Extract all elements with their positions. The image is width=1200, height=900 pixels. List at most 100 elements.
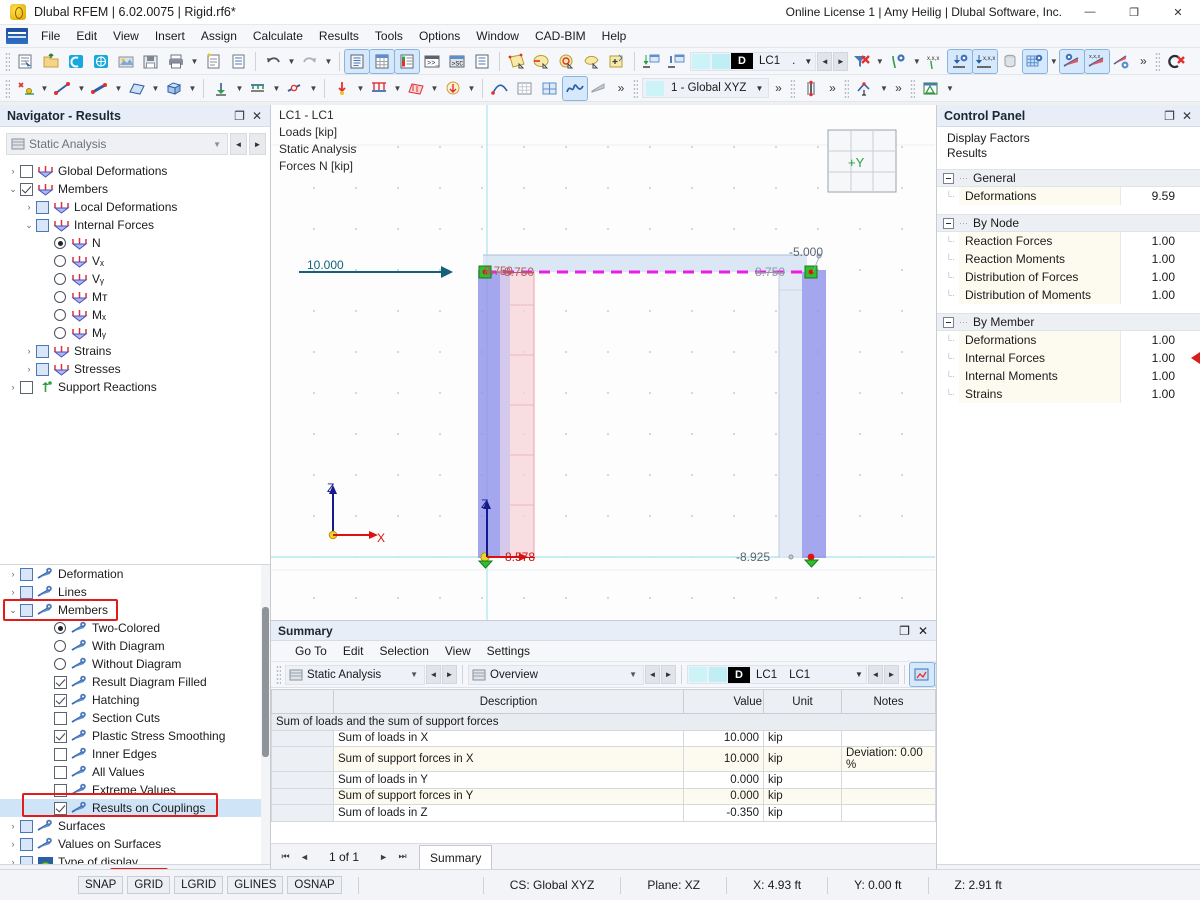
checkbox[interactable] <box>20 568 33 581</box>
tree-item-values-on-surfaces[interactable]: ›Values on Surfaces <box>0 835 270 853</box>
summary-menu-settings[interactable]: Settings <box>479 642 538 660</box>
close-button[interactable]: ✕ <box>1156 0 1200 25</box>
workplane-icon[interactable] <box>538 77 562 100</box>
surface-results-icon[interactable] <box>1023 50 1047 73</box>
delete-results-icon[interactable] <box>1164 50 1188 73</box>
toolbar-overflow-button[interactable]: » <box>1135 54 1151 68</box>
summary-menu-view[interactable]: View <box>437 642 479 660</box>
status-osnap-button[interactable]: OSNAP <box>287 876 341 894</box>
navigator-next-button[interactable]: ► <box>249 133 266 155</box>
cp-row-strains[interactable]: └·Strains1.00 <box>937 385 1200 403</box>
tree-item-members[interactable]: ⌄Members <box>0 180 270 198</box>
show-results-icon[interactable] <box>640 50 664 73</box>
load-case-prev-button[interactable]: ◄ <box>817 52 832 71</box>
tree-item-global-deformations[interactable]: ›Global Deformations <box>0 162 270 180</box>
tree-item-lines[interactable]: ›Lines <box>0 583 270 601</box>
measure-icon[interactable] <box>853 77 877 100</box>
status-snap-button[interactable]: SNAP <box>78 876 123 894</box>
member-results-down-icon[interactable] <box>948 50 972 73</box>
summary-view-next[interactable]: ► <box>661 665 676 684</box>
menu-edit[interactable]: Edit <box>68 26 105 46</box>
checkbox[interactable] <box>20 165 33 178</box>
tree-item-extreme-values[interactable]: Extreme Values <box>0 781 270 799</box>
cp-group-by-node[interactable]: ···By Node <box>937 214 1200 232</box>
checkbox[interactable] <box>54 766 67 779</box>
checkbox[interactable] <box>54 676 67 689</box>
radio-button[interactable] <box>54 237 66 249</box>
tree-item-without-diagram[interactable]: Without Diagram <box>0 655 270 673</box>
chevron-right-icon[interactable]: › <box>22 202 36 212</box>
node-results-icon[interactable] <box>886 50 910 73</box>
tree-item-section-cuts[interactable]: Section Cuts <box>0 709 270 727</box>
tree-item-two-colored[interactable]: Two-Colored <box>0 619 270 637</box>
toolbar2-grip[interactable] <box>5 79 10 98</box>
chevron-right-icon[interactable]: › <box>6 839 20 849</box>
toolbar2-grip-5[interactable] <box>910 79 915 98</box>
toolbar2-grip-3[interactable] <box>790 79 795 98</box>
minimize-button[interactable]: — <box>1068 0 1112 25</box>
cp-row-value[interactable]: 1.00 <box>1120 286 1182 304</box>
navigator-analysis-combo[interactable]: Static Analysis ▼ <box>6 133 228 155</box>
surface-results-caret[interactable]: ▼ <box>1048 50 1059 73</box>
print-dropdown-caret[interactable]: ▼ <box>189 50 200 73</box>
tree-item-strains[interactable]: ›Strains <box>0 342 270 360</box>
filter-dropdown-caret[interactable]: ▼ <box>874 50 885 73</box>
control-panel-float-icon[interactable]: ❐ <box>1164 109 1175 123</box>
tree-item-with-diagram[interactable]: With Diagram <box>0 637 270 655</box>
tree-item-inner-edges[interactable]: Inner Edges <box>0 745 270 763</box>
show-results-alt-icon[interactable] <box>665 50 689 73</box>
table-row[interactable]: Sum of support forces in Y0.000kip <box>272 788 936 805</box>
menu-window[interactable]: Window <box>468 26 527 46</box>
summary-menu-selection[interactable]: Selection <box>372 642 437 660</box>
new-surface-caret[interactable]: ▼ <box>150 77 161 100</box>
maximize-button[interactable]: ❐ <box>1112 0 1156 25</box>
summary-toolbar-grip[interactable] <box>276 665 281 684</box>
print-icon[interactable] <box>164 50 188 73</box>
checkbox[interactable] <box>20 838 33 851</box>
menu-view[interactable]: View <box>105 26 147 46</box>
cp-row-value[interactable]: 1.00 <box>1120 367 1182 385</box>
select-free-icon[interactable] <box>580 50 604 73</box>
chevron-right-icon[interactable]: › <box>6 587 20 597</box>
free-load-icon[interactable] <box>441 77 465 100</box>
menu-file[interactable]: File <box>33 26 68 46</box>
diagram-results-icon[interactable] <box>1060 50 1084 73</box>
member-hinge-icon[interactable] <box>283 77 307 100</box>
checkbox[interactable] <box>20 183 33 196</box>
member-axis-icon[interactable] <box>799 77 823 100</box>
summary-lc-prev[interactable]: ◄ <box>868 665 883 684</box>
summary-select-all-icon[interactable] <box>910 663 934 686</box>
select-window-icon[interactable] <box>505 50 529 73</box>
tree-item-stresses[interactable]: ›Stresses <box>0 360 270 378</box>
display-factors-table[interactable]: ···General└·Deformations9.59···By Node└·… <box>937 169 1200 412</box>
menu-assign[interactable]: Assign <box>193 26 245 46</box>
chevron-down-icon[interactable]: ⌄ <box>22 220 36 231</box>
spreadsheet-icon[interactable] <box>919 77 943 100</box>
tree-item-hatching[interactable]: Hatching <box>0 691 270 709</box>
chevron-down-icon[interactable]: ⌄ <box>6 184 20 195</box>
radio-button[interactable] <box>54 658 66 670</box>
control-panel-close-icon[interactable]: ✕ <box>1182 109 1192 123</box>
cp-row-internal-moments[interactable]: └·Internal Moments1.00 <box>937 367 1200 385</box>
cp-row-value[interactable]: 1.00 <box>1120 349 1182 367</box>
radio-button[interactable] <box>54 622 66 634</box>
tree-item-v[interactable]: Vᵧ <box>0 270 270 288</box>
tree-item-internal-forces[interactable]: ⌄Internal Forces <box>0 216 270 234</box>
toolbar2-overflow-4[interactable]: » <box>890 81 906 95</box>
status-lgrid-button[interactable]: LGRID <box>174 876 223 894</box>
summary-prev-page-button[interactable]: ◄ <box>296 852 313 862</box>
checkbox[interactable] <box>20 856 33 865</box>
collapse-icon[interactable] <box>943 218 954 229</box>
filter-clear-icon[interactable] <box>849 50 873 73</box>
new-line-caret[interactable]: ▼ <box>76 77 87 100</box>
undo-icon[interactable] <box>261 50 285 73</box>
cloud-model-icon[interactable] <box>89 50 113 73</box>
model-viewport[interactable]: +Y 8.750 LC1 - LC1 Loads [kip] Static An… <box>271 105 936 900</box>
radio-button[interactable] <box>54 309 66 321</box>
import-icon[interactable] <box>114 50 138 73</box>
chevron-right-icon[interactable]: › <box>22 364 36 374</box>
chevron-down-icon[interactable]: ▼ <box>400 670 424 679</box>
cp-row-value[interactable]: 9.59 <box>1120 187 1182 205</box>
summary-lc-caret[interactable]: ▼ <box>852 670 866 679</box>
new-report-icon[interactable] <box>201 50 225 73</box>
